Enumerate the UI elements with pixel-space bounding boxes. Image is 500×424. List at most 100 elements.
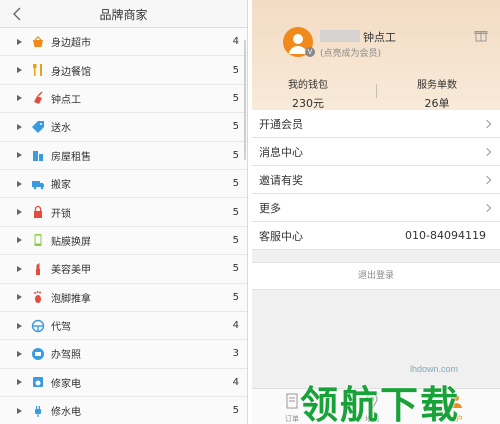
category-label: 修水电 bbox=[51, 407, 81, 419]
category-label: 泡脚推拿 bbox=[51, 293, 91, 305]
category-count: 3 bbox=[232, 348, 239, 360]
watermark-domain: lhdown.com bbox=[410, 364, 459, 374]
foot-icon bbox=[31, 290, 45, 304]
menu-item-more[interactable]: 更多 bbox=[252, 194, 500, 222]
document-icon bbox=[286, 393, 298, 409]
expand-triangle-icon bbox=[17, 123, 22, 130]
utensils-icon bbox=[31, 63, 45, 77]
expand-triangle-icon bbox=[17, 95, 22, 102]
category-label: 开锁 bbox=[51, 208, 71, 220]
truck-icon bbox=[31, 177, 45, 191]
category-label: 送水 bbox=[51, 123, 71, 135]
menu-label: 更多 bbox=[259, 201, 281, 215]
expand-triangle-icon bbox=[17, 350, 22, 357]
lipstick-icon bbox=[31, 262, 45, 276]
menu-item-messages[interactable]: 消息中心 bbox=[252, 138, 500, 166]
expand-triangle-icon bbox=[17, 322, 22, 329]
service-phone[interactable]: 010-84094119 bbox=[405, 229, 486, 242]
category-row[interactable]: 送水 5 bbox=[0, 113, 247, 142]
expand-triangle-icon bbox=[17, 407, 22, 414]
expand-triangle-icon bbox=[17, 152, 22, 159]
category-row[interactable]: 钟点工 5 bbox=[0, 85, 247, 114]
expand-triangle-icon bbox=[17, 209, 22, 216]
scrollbar[interactable] bbox=[244, 40, 246, 160]
category-count: 4 bbox=[232, 376, 239, 388]
category-row[interactable]: 身边餐馆 5 bbox=[0, 56, 247, 85]
appliance-icon bbox=[31, 375, 45, 389]
user-name: 钟点工 bbox=[363, 31, 396, 44]
category-label: 身边超市 bbox=[51, 38, 91, 50]
category-label: 房屋租售 bbox=[51, 151, 91, 163]
water-tag-icon bbox=[31, 120, 45, 134]
menu-item-membership[interactable]: 开通会员 bbox=[252, 110, 500, 138]
menu-item-invite[interactable]: 邀请有奖 bbox=[252, 166, 500, 194]
chevron-right-icon bbox=[482, 147, 492, 156]
category-row[interactable]: 代驾 4 bbox=[0, 312, 247, 341]
phone-icon bbox=[31, 233, 45, 247]
category-count: 5 bbox=[232, 121, 239, 133]
lock-icon bbox=[31, 205, 45, 219]
brand-merchant-panel: 品牌商家 身边超市 4 身边餐馆 5 钟点工 5 送水 5 房屋租售 5 搬家 … bbox=[0, 0, 248, 424]
logout-button[interactable]: 退出登录 bbox=[252, 262, 500, 290]
orders-label: 服务单数 bbox=[417, 80, 457, 91]
watermark-logo: 领航下载 bbox=[300, 383, 461, 424]
steering-wheel-icon bbox=[31, 319, 45, 333]
category-row[interactable]: 修水电 5 bbox=[0, 397, 247, 424]
category-row[interactable]: 开锁 5 bbox=[0, 198, 247, 227]
category-row[interactable]: 办驾照 3 bbox=[0, 340, 247, 369]
expand-triangle-icon bbox=[17, 379, 22, 386]
gift-icon[interactable] bbox=[474, 28, 488, 42]
wallet-stat[interactable]: 我的钱包 230元 bbox=[278, 76, 338, 111]
category-label: 修家电 bbox=[51, 378, 81, 390]
category-row[interactable]: 修家电 4 bbox=[0, 369, 247, 398]
category-label: 办驾照 bbox=[51, 350, 81, 362]
plug-icon bbox=[31, 404, 45, 418]
membership-hint[interactable]: (点亮成为会员) bbox=[320, 46, 381, 59]
category-count: 5 bbox=[232, 206, 239, 218]
category-count: 5 bbox=[232, 234, 239, 246]
category-count: 5 bbox=[232, 263, 239, 275]
orders-value: 26单 bbox=[424, 97, 450, 110]
category-row[interactable]: 身边超市 4 bbox=[0, 28, 247, 57]
left-header: 品牌商家 bbox=[0, 0, 247, 28]
account-panel: V 钟点工 (点亮成为会员) 我的钱包 230元 服务单数 26单 开通会员 消… bbox=[252, 0, 500, 424]
category-row[interactable]: 美容美甲 5 bbox=[0, 255, 247, 284]
category-row[interactable]: 房屋租售 5 bbox=[0, 142, 247, 170]
orders-stat[interactable]: 服务单数 26单 bbox=[407, 76, 467, 111]
category-count: 5 bbox=[232, 291, 239, 303]
license-icon bbox=[31, 347, 45, 361]
category-count: 5 bbox=[232, 405, 239, 417]
expand-triangle-icon bbox=[17, 294, 22, 301]
category-label: 搬家 bbox=[51, 180, 71, 192]
chevron-right-icon bbox=[482, 203, 492, 212]
menu-label: 消息中心 bbox=[259, 145, 303, 159]
stat-divider bbox=[376, 84, 377, 98]
wallet-value: 230元 bbox=[292, 97, 324, 110]
category-count: 5 bbox=[232, 92, 239, 104]
page-title: 品牌商家 bbox=[99, 8, 148, 22]
account-menu: 开通会员 消息中心 邀请有奖 更多 客服中心 010-84094119 bbox=[252, 110, 500, 250]
wallet-label: 我的钱包 bbox=[288, 80, 328, 91]
broom-icon bbox=[31, 91, 45, 105]
blurred-username bbox=[320, 30, 360, 42]
category-row[interactable]: 贴膜换屏 5 bbox=[0, 227, 247, 256]
expand-triangle-icon bbox=[17, 38, 22, 45]
expand-triangle-icon bbox=[17, 180, 22, 187]
category-label: 钟点工 bbox=[51, 94, 81, 106]
menu-item-customer-service[interactable]: 客服中心 010-84094119 bbox=[252, 222, 500, 250]
category-label: 代驾 bbox=[51, 322, 71, 334]
category-row[interactable]: 泡脚推拿 5 bbox=[0, 284, 247, 312]
profile-header: V 钟点工 (点亮成为会员) 我的钱包 230元 服务单数 26单 bbox=[252, 0, 500, 110]
menu-label: 开通会员 bbox=[259, 117, 303, 131]
category-list: 身边超市 4 身边餐馆 5 钟点工 5 送水 5 房屋租售 5 搬家 5 开锁 … bbox=[0, 28, 247, 424]
category-count: 5 bbox=[232, 149, 239, 161]
category-row[interactable]: 搬家 5 bbox=[0, 170, 247, 199]
category-count: 4 bbox=[232, 320, 239, 332]
category-label: 美容美甲 bbox=[51, 265, 91, 277]
chevron-right-icon bbox=[482, 119, 492, 128]
category-count: 5 bbox=[232, 64, 239, 76]
expand-triangle-icon bbox=[17, 265, 22, 272]
category-count: 4 bbox=[232, 36, 239, 48]
category-label: 身边餐馆 bbox=[51, 66, 91, 78]
menu-label: 客服中心 bbox=[259, 229, 303, 243]
